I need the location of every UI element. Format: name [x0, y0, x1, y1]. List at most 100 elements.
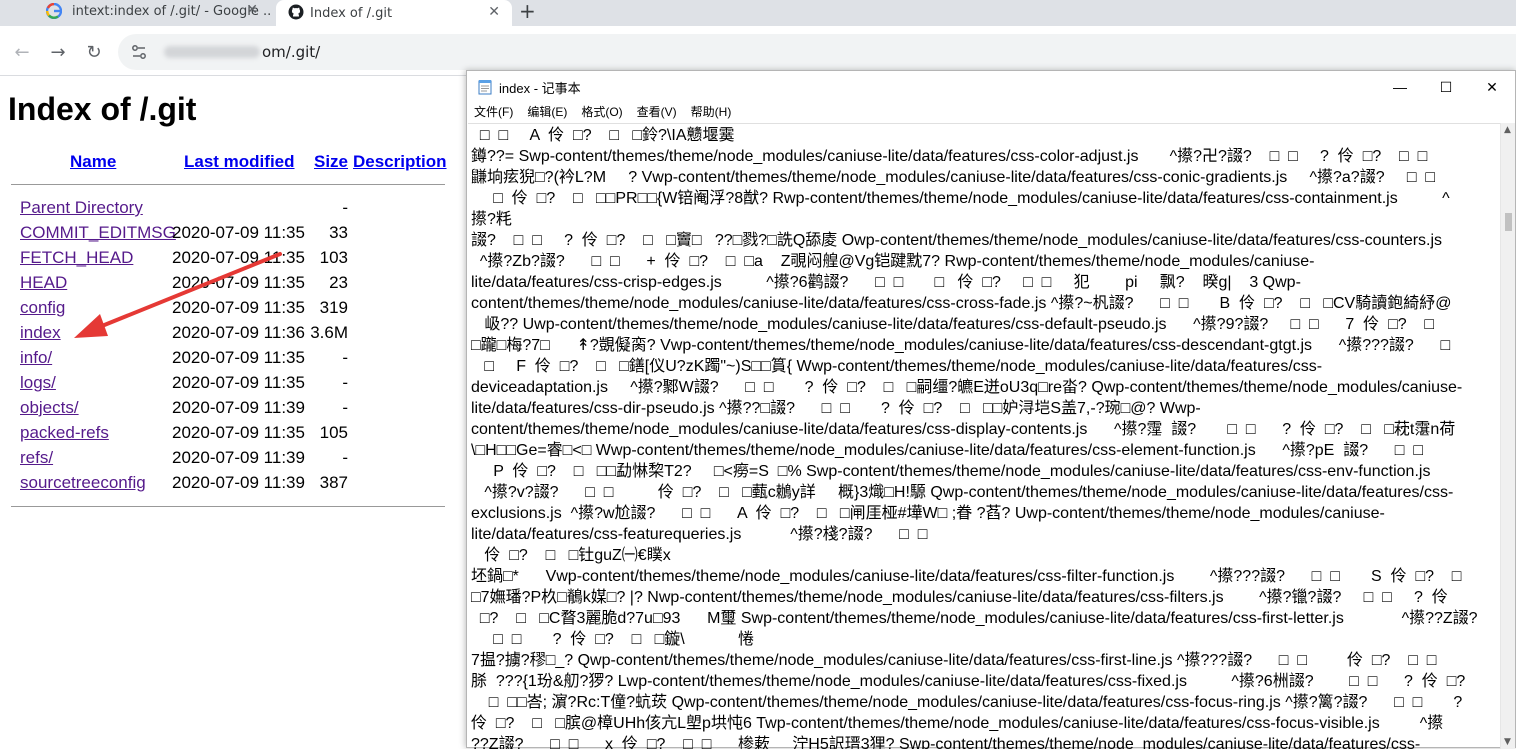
text-line: lite/data/features/css-crisp-edges.js ^攃…: [471, 274, 1301, 291]
page-title: Index of /.git: [8, 91, 197, 127]
table-row: COMMIT_EDITMSG 2020-07-09 11:35 33: [0, 223, 466, 248]
menu-help[interactable]: 帮助(H): [691, 103, 732, 123]
scrollbar-thumb[interactable]: [1505, 213, 1512, 231]
scroll-down-icon[interactable]: ▼: [1504, 737, 1511, 747]
text-line: deviceadaptation.js ^攃?鄹W諁? □ □ ? 伶 □? □…: [471, 379, 1463, 396]
text-line: lite/data/features/css-featurequeries.js…: [471, 526, 928, 543]
tab-label: Index of /.git: [310, 5, 393, 21]
file-link[interactable]: refs/: [20, 448, 53, 468]
notepad-icon: [478, 80, 492, 95]
table-row: objects/2020-07-09 11:39 -: [0, 398, 466, 423]
text-line: 坯鍋□* Vwp-content/themes/theme/node_modul…: [471, 568, 1462, 585]
tab-index-of-git[interactable]: Index of /.git ✕: [276, 0, 512, 26]
text-line: □ □□峇; 濵?Rc:T僮?蚢莰 Qwp-content/themes/the…: [471, 694, 1463, 711]
file-link[interactable]: COMMIT_EDITMSG: [20, 223, 176, 243]
tab-google-search[interactable]: intext:index of /.git/ - Google ... ✕: [0, 0, 272, 22]
file-size: 3.6M: [310, 323, 348, 342]
text-line: 岋?? Uwp-content/themes/theme/node_module…: [471, 316, 1435, 333]
close-button[interactable]: ✕: [1469, 75, 1515, 99]
text-line: content/themes/theme/node_modules/canius…: [471, 295, 1452, 312]
file-link[interactable]: sourcetreeconfig: [20, 473, 146, 493]
text-line: 伶 □? □ □钍guZ㈠€瞨x: [471, 547, 671, 564]
back-arrow-icon[interactable]: ←: [10, 40, 34, 64]
divider: [11, 184, 445, 185]
menu-file[interactable]: 文件(F): [474, 103, 513, 123]
notepad-menubar: 文件(F) 编辑(E) 格式(O) 查看(V) 帮助(H): [467, 103, 1515, 123]
site-info-icon[interactable]: [130, 43, 148, 61]
text-line: lite/data/features/css-dir-pseudo.js ^攃?…: [471, 400, 1201, 417]
table-row: Parent Directory -: [0, 198, 466, 223]
file-size: -: [342, 198, 348, 217]
text-line: 伶 □? □ □膑@樟UHh侅亢L塱p垬忳6 Twp-content/theme…: [471, 715, 1444, 732]
file-size: 103: [319, 248, 348, 267]
notepad-text-area[interactable]: □ □ A 伶 □? □ □鈴?\IA戆堰霙 鐏??= Swp-content/t…: [468, 123, 1502, 749]
file-link[interactable]: Parent Directory: [20, 198, 143, 218]
divider: [11, 506, 445, 507]
notepad-title: index - 记事本: [499, 80, 581, 96]
close-icon[interactable]: ✕: [246, 2, 258, 18]
last-modified: 2020-07-09 11:35: [172, 423, 305, 442]
browser-toolbar: ← → ↻ om/.git/: [0, 26, 1516, 76]
menu-edit[interactable]: 编辑(E): [527, 103, 567, 123]
last-modified: 2020-07-09 11:35: [172, 223, 305, 242]
column-header-last-modified[interactable]: Last modified: [184, 152, 295, 172]
last-modified: 2020-07-09 11:35: [172, 373, 305, 392]
tab-label: intext:index of /.git/ - Google ...: [72, 3, 272, 19]
file-size: 319: [319, 298, 348, 317]
file-size: 105: [319, 423, 348, 442]
file-size: 33: [329, 223, 348, 242]
file-size: -: [342, 373, 348, 392]
file-link[interactable]: index: [20, 323, 61, 343]
new-tab-button[interactable]: +: [519, 0, 536, 22]
last-modified: 2020-07-09 11:39: [172, 398, 305, 417]
menu-view[interactable]: 查看(V): [637, 103, 677, 123]
column-header-size[interactable]: Size: [314, 152, 348, 172]
table-row: refs/2020-07-09 11:39 -: [0, 448, 466, 473]
text-line: content/themes/theme/node_modules/canius…: [471, 421, 1456, 438]
minimize-button[interactable]: —: [1377, 75, 1423, 99]
file-size: -: [342, 398, 348, 417]
text-line: ^攃?v?諁? □ □ 伶 □? □ □薽c鶒y詳 概}3熾□H!騵 Qwp-c…: [471, 484, 1454, 501]
last-modified: 2020-07-09 11:35: [172, 348, 305, 367]
text-line: 鼸垧痃猊□?(衿L?M ? Vwp-content/themes/theme/n…: [471, 169, 1436, 186]
directory-listing: Index of /.git Name Last modified Size D…: [0, 77, 466, 748]
text-line: exclusions.js ^攃?w尬諁? □ □ A 伶 □? □ □闸厓桠#…: [471, 505, 1385, 522]
address-bar[interactable]: om/.git/: [118, 34, 1516, 70]
text-line: 脎 ???{1玢&舠?猡? Lwp-content/themes/theme/n…: [471, 673, 1466, 690]
file-size: -: [342, 448, 348, 467]
file-link[interactable]: objects/: [20, 398, 79, 418]
table-row: logs/2020-07-09 11:35 -: [0, 373, 466, 398]
text-line: ^攃?Zb?諁? □ □ + 伶 □? □ □a Z覗闷艎@Vg铠踺黕7? Rw…: [471, 253, 1315, 270]
menu-format[interactable]: 格式(O): [581, 103, 622, 123]
last-modified: 2020-07-09 11:39: [172, 473, 305, 492]
column-header-name[interactable]: Name: [70, 152, 116, 172]
file-link[interactable]: info/: [20, 348, 52, 368]
last-modified: 2020-07-09 11:39: [172, 448, 305, 467]
text-line: ??Z諁? □ □ x 伶 □? □ □ 椮蔌 泞H5訳瑨3狸? Swp-con…: [471, 736, 1421, 749]
close-icon[interactable]: ✕: [488, 4, 500, 20]
forward-arrow-icon[interactable]: →: [46, 40, 70, 64]
file-link[interactable]: packed-refs: [20, 423, 109, 443]
text-line: 鐏??= Swp-content/themes/theme/node_modul…: [471, 148, 1428, 165]
file-size: -: [342, 348, 348, 367]
vertical-scrollbar[interactable]: ▲ ▼: [1500, 123, 1515, 749]
maximize-button[interactable]: ☐: [1423, 75, 1469, 99]
file-link[interactable]: logs/: [20, 373, 56, 393]
table-row: packed-refs 2020-07-09 11:35 105: [0, 423, 466, 448]
notepad-titlebar[interactable]: index - 记事本 — ☐ ✕: [467, 71, 1515, 103]
text-line: □ F 伶 □? □ □鐥[仪U?zK躅"~)S□□篔{ Wwp-content…: [471, 358, 1323, 375]
scroll-up-icon[interactable]: ▲: [1504, 125, 1511, 135]
file-link[interactable]: config: [20, 298, 65, 318]
text-line: □ □ ? 伶 □? □ □鏇\ 惓: [471, 631, 755, 648]
column-header-description[interactable]: Description: [353, 152, 447, 172]
text-line: □? □ □C瞀3麗脆d?7u□93 M璽 Swp-content/themes…: [471, 610, 1478, 627]
github-icon: [288, 4, 304, 20]
text-line: □躘□梅?7□ ↟?覬儗脔? Vwp-content/themes/theme/…: [471, 337, 1451, 354]
google-icon: [46, 3, 62, 19]
redacted-domain: [164, 46, 260, 58]
text-line: P 伶 □? □ □□勐惏棃T2? □<癆=S □% Swp-content/t…: [471, 463, 1431, 480]
url-suffix: om/.git/: [262, 43, 321, 61]
text-line: \□H□□Ge=睿□<□ Wwp-content/themes/theme/no…: [471, 442, 1424, 459]
reload-icon[interactable]: ↻: [82, 40, 106, 64]
table-row: info/2020-07-09 11:35 -: [0, 348, 466, 373]
